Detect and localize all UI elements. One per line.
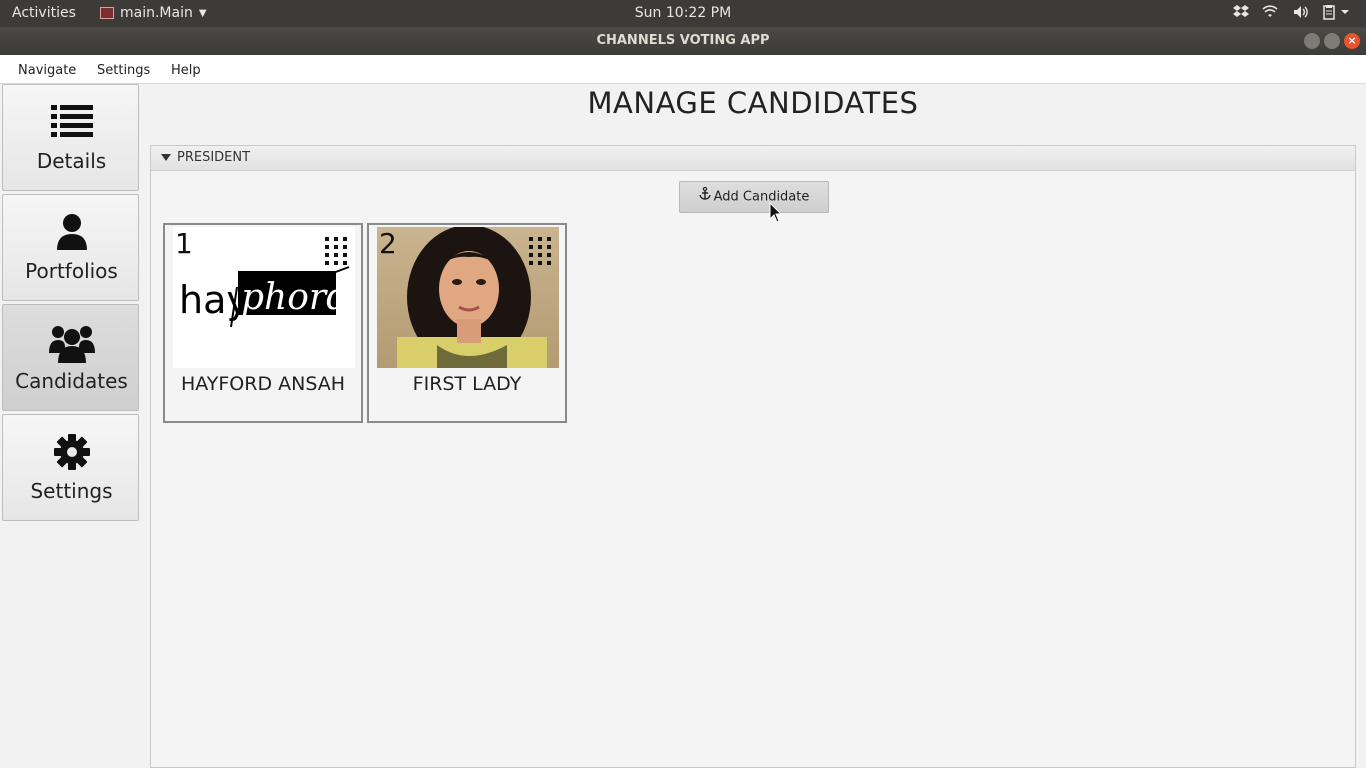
wifi-icon[interactable] [1262, 4, 1278, 20]
sidebar-item-label: Candidates [15, 369, 128, 393]
add-candidate-button[interactable]: Add Candidate [679, 181, 829, 213]
section-header-president[interactable]: PRESIDENT [151, 146, 1355, 171]
president-section: PRESIDENT Add Candidate hay phord 1 HAYF… [150, 145, 1356, 768]
window-title: CHANNELS VOTING APP [596, 33, 770, 48]
list-icon [3, 103, 140, 143]
sidebar-item-label: Portfolios [25, 259, 118, 283]
chevron-down-icon [161, 154, 171, 161]
gear-icon [3, 433, 140, 473]
volume-icon[interactable] [1292, 4, 1308, 20]
user-icon [3, 213, 140, 253]
minimize-button[interactable] [1304, 33, 1320, 49]
candidate-name: HAYFORD ANSAH [180, 373, 346, 395]
clock[interactable]: Sun 10:22 PM [0, 5, 1366, 21]
add-candidate-label: Add Candidate [713, 189, 810, 205]
clipboard-icon[interactable] [1322, 4, 1350, 20]
menu-settings[interactable]: Settings [97, 63, 150, 78]
sidebar-item-label: Details [36, 149, 107, 173]
maximize-button[interactable] [1324, 33, 1340, 49]
candidate-number: 2 [379, 227, 397, 260]
drag-handle-icon[interactable] [529, 237, 551, 267]
sidebar-item-label: Settings [30, 479, 113, 503]
page-title: MANAGE CANDIDATES [587, 86, 919, 120]
sidebar-item-candidates[interactable]: Candidates [2, 304, 139, 411]
sidebar-item-settings[interactable]: Settings [2, 414, 139, 521]
drag-handle-icon[interactable] [325, 237, 347, 267]
menu-bar: Navigate Settings Help [0, 55, 1366, 84]
candidate-card[interactable]: 2 FIRST LADY [367, 223, 567, 423]
close-button[interactable]: × [1344, 33, 1360, 49]
window-controls: × [1304, 33, 1360, 49]
dropbox-icon[interactable] [1232, 4, 1249, 20]
section-label: PRESIDENT [177, 150, 251, 165]
system-tray [1232, 4, 1350, 20]
anchor-icon [698, 182, 711, 212]
menu-help[interactable]: Help [171, 63, 201, 78]
window-title-bar: CHANNELS VOTING APP × [0, 27, 1366, 55]
sidebar-item-portfolios[interactable]: Portfolios [2, 194, 139, 301]
candidate-card[interactable]: hay phord 1 HAYFORD ANSAH [163, 223, 363, 423]
users-icon [3, 323, 140, 363]
candidate-name: FIRST LADY [412, 373, 522, 395]
logo-text-right: phord [241, 277, 349, 318]
candidate-number: 1 [175, 227, 193, 260]
system-top-bar: Activities main.Main ▼ Sun 10:22 PM [0, 0, 1366, 27]
menu-navigate[interactable]: Navigate [18, 63, 76, 78]
mouse-cursor-icon [769, 201, 783, 228]
sidebar-item-details[interactable]: Details [2, 84, 139, 191]
logo-text-left: hay [179, 278, 249, 322]
